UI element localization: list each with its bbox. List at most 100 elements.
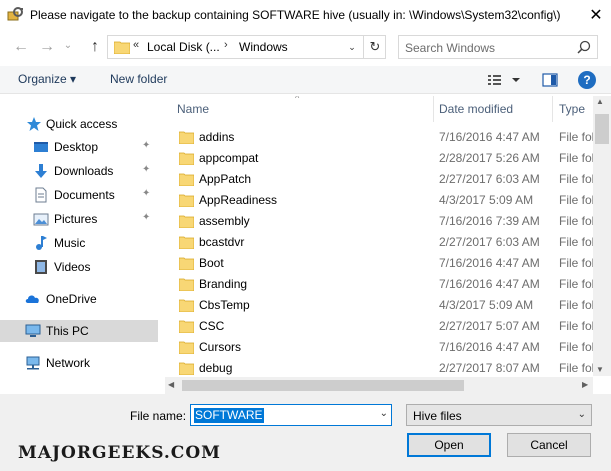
table-row[interactable]: CSC 2/27/2017 5:07 AM File fol — [165, 316, 595, 337]
table-row[interactable]: AppPatch 2/27/2017 6:03 AM File fol — [165, 169, 595, 190]
table-row[interactable]: Boot 7/16/2016 4:47 AM File fol — [165, 253, 595, 274]
column-divider[interactable] — [433, 96, 434, 122]
download-icon — [35, 164, 47, 178]
table-row[interactable]: debug 2/27/2017 8:07 AM File fol — [165, 358, 595, 379]
close-button[interactable]: ✕ — [581, 0, 611, 30]
column-header-name[interactable]: Name — [177, 102, 209, 116]
folder-icon — [179, 236, 194, 249]
sidebar-item-videos[interactable]: Videos — [0, 256, 158, 278]
sidebar-item-network[interactable]: Network — [0, 352, 158, 374]
table-row[interactable]: appcompat 2/28/2017 5:26 AM File fol — [165, 148, 595, 169]
pin-icon: ✦ — [142, 140, 151, 151]
command-toolbar: Organize ▾ New folder ? — [0, 66, 611, 94]
sidebar-item-onedrive[interactable]: OneDrive — [0, 288, 158, 310]
file-name: addins — [199, 130, 235, 144]
sidebar-item-desktop[interactable]: Desktop ✦ — [0, 136, 158, 158]
table-row[interactable]: bcastdvr 2/27/2017 6:03 AM File fol — [165, 232, 595, 253]
sidebar-item-label: Network — [46, 356, 91, 370]
sidebar-item-label: Documents — [54, 188, 115, 202]
sidebar-item-label: Music — [54, 236, 86, 250]
table-row[interactable]: addins 7/16/2016 4:47 AM File fol — [165, 127, 595, 148]
file-type: File fol — [559, 172, 595, 186]
table-row[interactable]: Branding 7/16/2016 4:47 AM File fol — [165, 274, 595, 295]
file-date: 2/27/2017 8:07 AM — [439, 361, 540, 375]
file-date: 4/3/2017 5:09 AM — [439, 193, 534, 207]
scroll-left-icon[interactable]: ◀ — [168, 380, 174, 389]
address-overflow-icon[interactable]: « — [133, 39, 139, 51]
file-date: 7/16/2016 7:39 AM — [439, 214, 540, 228]
file-type: File fol — [559, 235, 595, 249]
folder-icon — [179, 257, 194, 270]
organize-menu[interactable]: Organize ▾ — [18, 72, 76, 86]
search-input[interactable]: Search Windows — [398, 35, 598, 59]
breadcrumb-windows[interactable]: Windows — [239, 40, 288, 54]
network-icon — [26, 356, 40, 370]
sidebar-item-downloads[interactable]: Downloads ✦ — [0, 160, 158, 182]
scroll-down-icon[interactable]: ▼ — [596, 365, 604, 374]
open-button[interactable]: Open — [407, 433, 491, 457]
file-type: File fol — [559, 340, 595, 354]
refresh-button[interactable]: ↻ — [363, 35, 386, 59]
cloud-icon — [25, 295, 39, 303]
video-icon — [35, 260, 47, 274]
new-folder-button[interactable]: New folder — [110, 72, 167, 86]
breadcrumb-separator-icon[interactable]: › — [224, 39, 228, 51]
back-button[interactable]: ← — [10, 36, 32, 58]
sidebar-item-pictures[interactable]: Pictures ✦ — [0, 208, 158, 230]
file-date: 2/27/2017 6:03 AM — [439, 235, 540, 249]
title-bar: Please navigate to the backup containing… — [0, 0, 611, 30]
column-header-date[interactable]: Date modified — [439, 102, 513, 116]
cancel-button[interactable]: Cancel — [507, 433, 591, 457]
sidebar-item-quick-access[interactable]: Quick access — [0, 113, 158, 135]
file-name: Cursors — [199, 340, 242, 354]
up-button[interactable]: ↑ — [84, 36, 106, 58]
folder-icon — [179, 173, 194, 186]
file-type: File fol — [559, 319, 595, 333]
sidebar-item-label: Pictures — [54, 212, 98, 226]
refresh-icon: ↻ — [369, 39, 381, 54]
chevron-down-icon: ⌄ — [348, 41, 356, 52]
folder-icon — [114, 41, 130, 54]
preview-pane-icon[interactable] — [542, 72, 558, 88]
table-row[interactable]: CbsTemp 4/3/2017 5:09 AM File fol — [165, 295, 595, 316]
scroll-right-icon[interactable]: ▶ — [582, 380, 588, 389]
folder-icon — [179, 152, 194, 165]
file-name: debug — [199, 361, 233, 375]
arrow-up-icon: ↑ — [91, 38, 99, 55]
chevron-down-icon[interactable]: ⌄ — [380, 408, 388, 419]
forward-button[interactable]: → — [36, 36, 58, 58]
column-divider[interactable] — [552, 96, 553, 122]
pictures-icon — [33, 213, 49, 226]
document-icon — [35, 187, 47, 203]
pin-icon: ✦ — [142, 188, 151, 199]
file-type: File fol — [559, 130, 595, 144]
sidebar-item-music[interactable]: Music — [0, 232, 158, 254]
view-options-icon[interactable] — [486, 72, 522, 88]
star-icon — [27, 117, 41, 131]
file-type-select[interactable]: Hive files ⌄ — [406, 404, 592, 426]
file-name-input[interactable]: SOFTWARE ⌄ — [190, 404, 392, 426]
table-row[interactable]: Cursors 7/16/2016 4:47 AM File fol — [165, 337, 595, 358]
file-name: AppReadiness — [199, 193, 278, 207]
vertical-scroll-thumb[interactable] — [595, 114, 609, 144]
search-placeholder: Search Windows — [405, 41, 496, 55]
file-type: File fol — [559, 256, 595, 270]
help-icon: ? — [583, 73, 591, 87]
table-row[interactable]: assembly 7/16/2016 7:39 AM File fol — [165, 211, 595, 232]
sidebar-item-this-pc[interactable]: This PC — [0, 320, 158, 342]
folder-icon — [179, 362, 194, 375]
registry-key-icon — [7, 7, 23, 21]
recent-locations-button[interactable]: ⌄ — [60, 34, 76, 56]
file-list: ^ Name Date modified Type addins 7/16/20… — [165, 96, 611, 394]
file-date: 7/16/2016 4:47 AM — [439, 256, 540, 270]
table-row[interactable]: AppReadiness 4/3/2017 5:09 AM File fol — [165, 190, 595, 211]
column-header-type[interactable]: Type — [559, 102, 585, 116]
sidebar-item-label: This PC — [46, 324, 89, 338]
help-button[interactable]: ? — [578, 71, 596, 89]
file-name: Branding — [199, 277, 248, 291]
sidebar-item-documents[interactable]: Documents ✦ — [0, 184, 158, 206]
address-dropdown-button[interactable]: ⌄ — [341, 35, 363, 59]
horizontal-scroll-thumb[interactable] — [182, 380, 464, 391]
scroll-up-icon[interactable]: ▲ — [596, 97, 604, 106]
breadcrumb-local-disk[interactable]: Local Disk (... — [147, 40, 220, 54]
